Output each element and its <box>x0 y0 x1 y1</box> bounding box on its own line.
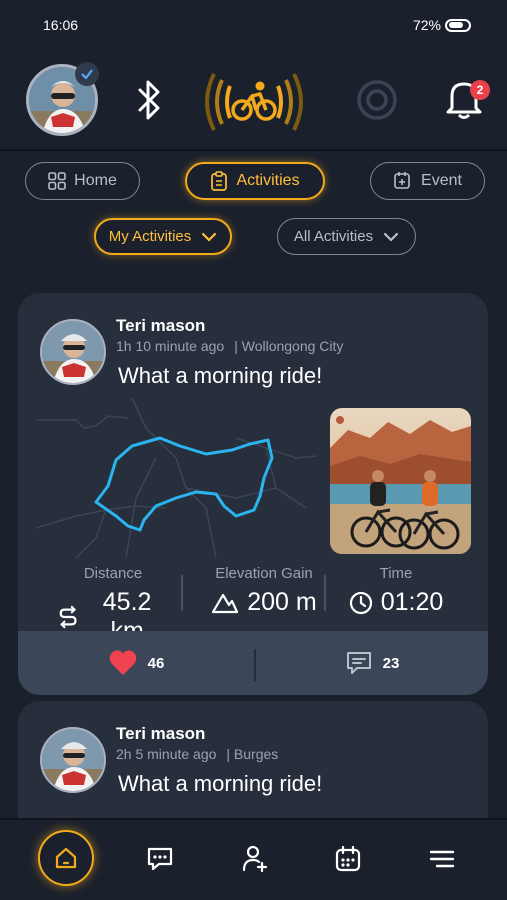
clock-icon <box>349 591 372 614</box>
ring-icon[interactable] <box>355 78 399 127</box>
card-footer: 46 23 <box>18 631 488 695</box>
like-count: 46 <box>147 654 165 672</box>
route-map[interactable] <box>36 398 316 558</box>
add-friend-icon <box>242 845 268 873</box>
my-activities-label: My Activities <box>108 228 192 245</box>
post-title: What a morning ride! <box>118 771 323 796</box>
home-icon <box>55 847 77 869</box>
chat-icon <box>147 847 173 871</box>
stat-elevation: Elevation Gain 200 m <box>196 565 332 617</box>
heart-icon <box>109 650 136 675</box>
nav-chat[interactable] <box>135 834 185 884</box>
battery-icon <box>445 18 471 32</box>
post-time: 2h 5 minute ago <box>116 746 217 762</box>
header-divider <box>0 149 507 151</box>
nav-menu[interactable] <box>417 834 467 884</box>
top-header: 2 <box>0 58 507 150</box>
grid-icon <box>48 172 66 190</box>
chevron-down-icon <box>383 232 399 242</box>
tab-home[interactable]: Home <box>25 162 140 200</box>
calendar-icon <box>335 845 361 872</box>
all-activities-dropdown[interactable]: All Activities <box>277 218 416 255</box>
stat-time: Time 01:20 <box>344 565 448 617</box>
time-value: 01:20 <box>380 588 444 616</box>
post-meta: 2h 5 minute ago | Burges <box>116 746 278 762</box>
elevation-value: 200 m <box>247 588 317 616</box>
post-location: | Wollongong City <box>234 338 344 354</box>
comment-icon <box>346 652 371 674</box>
nav-add-friend[interactable] <box>230 834 280 884</box>
tab-activities-label: Activities <box>236 172 300 189</box>
stat-divider <box>181 575 183 611</box>
post-title: What a morning ride! <box>118 363 323 388</box>
bluetooth-icon[interactable] <box>134 78 166 127</box>
menu-icon <box>429 850 455 868</box>
tab-home-label: Home <box>74 172 117 189</box>
mountain-icon <box>212 593 239 613</box>
battery-percent: 72% <box>412 17 441 33</box>
post-author-name[interactable]: Teri mason <box>116 316 205 336</box>
chevron-down-icon <box>202 232 217 242</box>
status-battery: 72% <box>413 17 471 33</box>
comment-count: 23 <box>382 654 400 672</box>
tab-event-label: Event <box>421 172 462 189</box>
nav-calendar[interactable] <box>323 834 373 884</box>
tab-event[interactable]: Event <box>370 162 485 200</box>
status-time: 16:06 <box>43 17 79 33</box>
clipboard-icon <box>211 171 228 191</box>
bike-live-icon[interactable] <box>198 64 310 140</box>
bottom-navigation <box>0 818 507 900</box>
elevation-label: Elevation Gain <box>215 565 313 582</box>
nav-home[interactable] <box>38 830 94 886</box>
time-label: Time <box>379 565 413 582</box>
ride-photo[interactable] <box>330 408 471 554</box>
tab-activities[interactable]: Activities <box>185 162 325 200</box>
like-button[interactable]: 46 <box>18 631 254 695</box>
notification-badge: 2 <box>470 80 490 100</box>
my-activities-dropdown[interactable]: My Activities <box>94 218 232 255</box>
post-author-name[interactable]: Teri mason <box>116 724 205 744</box>
verified-badge-icon <box>75 62 99 86</box>
comment-button[interactable]: 23 <box>256 631 488 695</box>
post-author-avatar[interactable] <box>40 319 106 385</box>
post-location: | Burges <box>226 746 279 762</box>
all-activities-label: All Activities <box>293 228 374 245</box>
post-author-avatar[interactable] <box>40 727 106 793</box>
calendar-add-icon <box>394 172 410 189</box>
route-distance-icon <box>59 605 77 629</box>
post-meta: 1h 10 minute ago | Wollongong City <box>116 338 343 354</box>
activity-card[interactable]: Teri mason 1h 10 minute ago | Wollongong … <box>18 293 488 695</box>
stat-divider <box>324 575 326 611</box>
distance-label: Distance <box>83 565 143 582</box>
post-time: 1h 10 minute ago <box>116 338 225 354</box>
status-bar: 16:06 72% <box>0 0 507 50</box>
